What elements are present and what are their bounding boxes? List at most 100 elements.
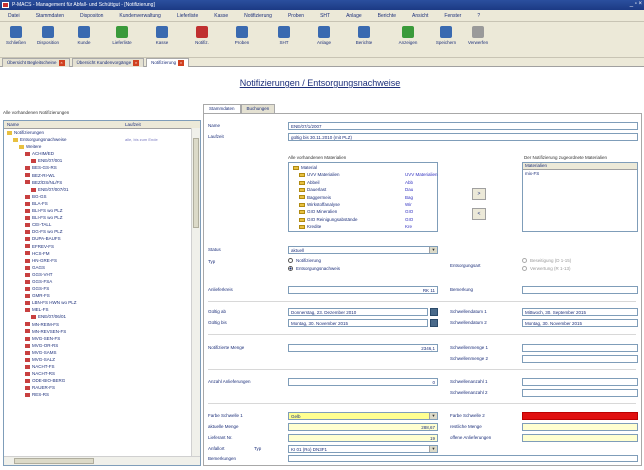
tree-row[interactable]: Weitere (4, 143, 200, 150)
tree-row[interactable]: BEZ/DS/NL/FS (4, 179, 200, 186)
remove-material-button[interactable]: < (472, 208, 486, 220)
assigned-list-item[interactable]: mix-FS (525, 171, 539, 176)
tree-row[interactable]: BEZ-RI-WL (4, 172, 200, 179)
radio-notifizierung[interactable]: Notifizierung (288, 258, 321, 264)
tree-row[interactable]: ACHIM/ED (4, 150, 200, 157)
anzahl-anlieferungen-field[interactable]: 0 (288, 378, 438, 386)
available-materials-list[interactable]: Material UVV Materialien UVV Materialien Ab… (288, 162, 438, 232)
tree-row[interactable]: BG-GS (4, 193, 200, 200)
tab-stammdaten[interactable]: Stammdaten (203, 104, 241, 113)
menu-item[interactable]: Lieferliste (169, 10, 206, 21)
menu-item[interactable]: Ansicht (404, 10, 436, 21)
tree-row[interactable]: CEI-TALL (4, 221, 200, 228)
notifizierte-menge-field[interactable]: 2346,1 (288, 344, 438, 352)
menu-item[interactable]: ? (469, 10, 488, 21)
material-node[interactable]: GIO Reinigungsabstände GIO (299, 217, 413, 222)
tree-row[interactable]: MEL-FS (4, 306, 200, 313)
menu-item[interactable]: Stammdaten (28, 10, 72, 21)
add-material-button[interactable]: > (472, 188, 486, 200)
tree-row[interactable]: MN-REIM-FS (4, 321, 200, 328)
notifizierung-button[interactable]: Notifiz. (188, 24, 216, 56)
tree-col-name[interactable]: Name (7, 122, 19, 127)
tree-row[interactable]: RAUER-FS (4, 384, 200, 391)
tree-row[interactable]: BLI-FS wo PLZ (4, 214, 200, 221)
farbe-schwelle1-select[interactable]: Gelb ▼ (288, 412, 438, 420)
tree-row[interactable]: GMR-FS (4, 292, 200, 299)
tree-row[interactable]: EFREV-FS (4, 243, 200, 250)
anlage-button[interactable]: Anlage (310, 24, 338, 56)
anfallort-typ-select[interactable]: KI 01 (Ro) DN3F1 ▼ (288, 445, 438, 453)
material-node[interactable]: Abbeil Abb (299, 180, 413, 185)
chevron-down-icon[interactable]: ▼ (429, 413, 437, 419)
menu-item[interactable]: Fenster (436, 10, 469, 21)
disposition-button[interactable]: Disposition (34, 24, 62, 56)
radio-beseitigung[interactable]: Beseitigung (D 1-15) (522, 258, 571, 264)
tree-row[interactable]: MN-REVSEN-FS (4, 328, 200, 335)
scroll-thumb[interactable] (14, 458, 94, 464)
material-node[interactable]: Kredite Kre (299, 224, 412, 229)
tree-row[interactable]: ENE/07/007/01 (4, 186, 200, 193)
material-node[interactable]: Wirkstoffanalyse Wir (299, 202, 412, 207)
save-button[interactable]: Speichern (432, 24, 460, 56)
lieferliste-button[interactable]: Lieferliste (108, 24, 136, 56)
menu-item[interactable]: Notifizierung (236, 10, 280, 21)
material-node[interactable]: Material (293, 165, 317, 170)
tree-row[interactable]: MVG-OR-RS (4, 342, 200, 349)
scroll-thumb[interactable] (193, 138, 199, 228)
chevron-down-icon[interactable]: ▼ (429, 247, 437, 253)
notification-tree[interactable]: Name Laufzeit Notifizierungen Entsorgungs… (3, 120, 201, 466)
kunde-button[interactable]: Kunde (70, 24, 98, 56)
radio-verwertung[interactable]: Verwertung (R 1-13) (522, 266, 571, 272)
close-icon[interactable]: × (58, 60, 65, 66)
farbe-schwelle2-select[interactable] (522, 412, 638, 420)
tree-row[interactable]: MVG-SALZ (4, 356, 200, 363)
close-button[interactable]: Schließen (2, 24, 30, 56)
tree-row[interactable]: DUPA-BAUFS (4, 235, 200, 242)
bemerkungen-field[interactable] (288, 455, 638, 462)
close-icon[interactable]: × (178, 60, 185, 66)
tree-row[interactable]: BLI-FS wo PLZ (4, 207, 200, 214)
tree-row[interactable]: GGS-VHT (4, 271, 200, 278)
tree-row[interactable]: GAGS (4, 264, 200, 271)
schwellenanzahl2-field[interactable] (522, 389, 638, 397)
material-node[interactable]: Baggermeis Bag (299, 195, 413, 200)
window-controls[interactable]: _ ▫ × (630, 1, 642, 7)
tree-row[interactable]: HCS-FM (4, 250, 200, 257)
menu-item[interactable]: Kundenverwaltung (111, 10, 168, 21)
proben-button[interactable]: Proben (228, 24, 256, 56)
tree-row[interactable]: RES-RS (4, 391, 200, 398)
gueltig-ab-field[interactable]: Donnerstag, 23. Dezember 2010 (288, 308, 428, 316)
sht-button[interactable]: SHT (270, 24, 298, 56)
menu-item[interactable]: Dispositon (72, 10, 111, 21)
tree-row[interactable]: Entsorgungsnachweise alle, bis zum Ende (4, 136, 200, 143)
material-node[interactable]: GIO Mineralien GIO (299, 209, 413, 214)
assigned-materials-list[interactable]: Materialien mix-FS (522, 162, 638, 232)
anlieferkreis-field[interactable]: RK 11 (288, 286, 438, 294)
tree-row[interactable]: ODE-BIO-BERG (4, 377, 200, 384)
tree-row[interactable]: BES-GS-RS (4, 164, 200, 171)
close-icon[interactable]: × (133, 60, 140, 66)
tree-row[interactable]: ENE/07/001 (4, 157, 200, 164)
tree-row[interactable]: ENE/07/06/01 (4, 313, 200, 320)
gueltig-bis-field[interactable]: Montag, 30. November 2015 (288, 319, 428, 327)
tree-row[interactable]: NACHT-RS (4, 370, 200, 377)
menu-item[interactable]: Kasse (206, 10, 236, 21)
berichte-button[interactable]: Berichte (350, 24, 378, 56)
status-select[interactable]: aktuell ▼ (288, 246, 438, 254)
menu-item[interactable]: SHT (312, 10, 338, 21)
material-node[interactable]: Dauerlast Dau (299, 187, 413, 192)
chevron-down-icon[interactable]: ▼ (429, 446, 437, 452)
tree-row[interactable]: BLA-FS (4, 200, 200, 207)
schwellendatum1-field[interactable]: Mittwoch, 30. September 2015 (522, 308, 638, 316)
doc-tab-begleitscheine[interactable]: Übersicht Begleitscheine × (2, 58, 70, 67)
menu-item[interactable]: Anlage (338, 10, 370, 21)
schwellenmenge2-field[interactable] (522, 355, 638, 363)
tree-horizontal-scrollbar[interactable] (4, 456, 200, 465)
bemerkung-field[interactable] (522, 286, 638, 294)
tree-row[interactable]: NACHT-FS (4, 363, 200, 370)
tree-row[interactable]: GGS-FS (4, 285, 200, 292)
kasse-button[interactable]: Kasse (148, 24, 176, 56)
tree-row[interactable]: Notifizierungen (4, 129, 200, 136)
tree-row[interactable]: MVG-SEN-FS (4, 335, 200, 342)
tree-row[interactable]: HN-GRE-FS (4, 257, 200, 264)
